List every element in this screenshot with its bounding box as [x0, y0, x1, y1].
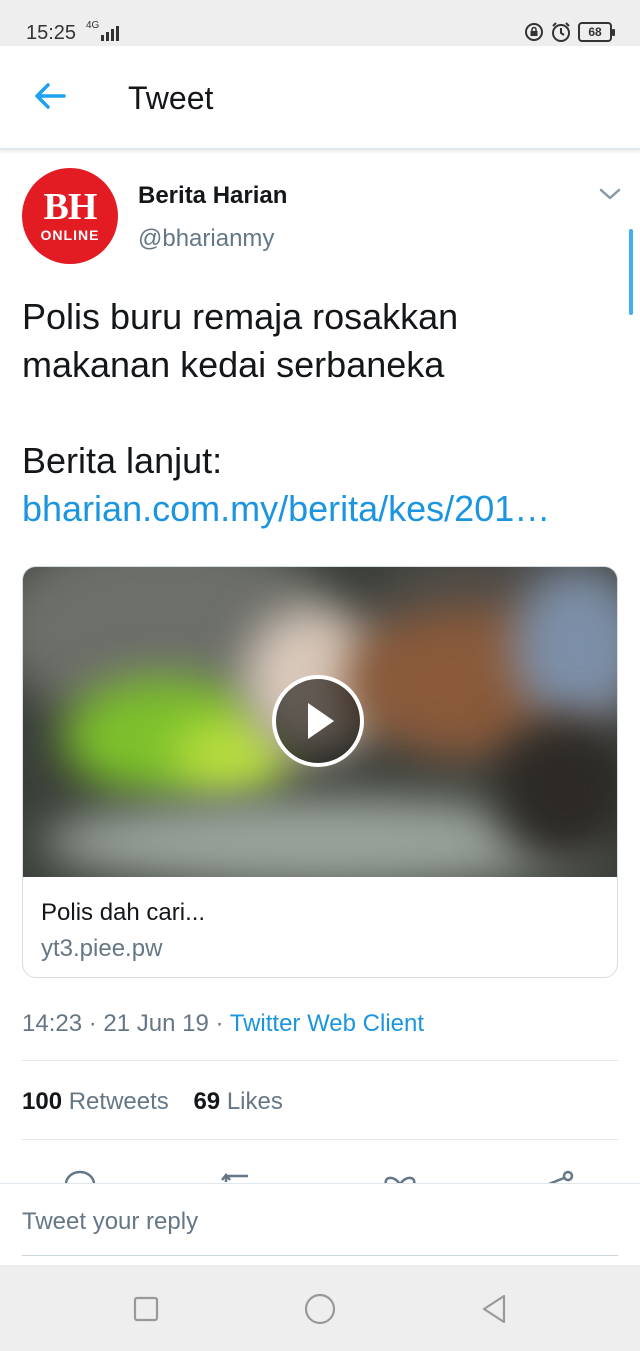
meta-separator: ·: [215, 1010, 224, 1037]
battery-level: 68: [588, 25, 602, 39]
likes-stat[interactable]: 69 Likes: [193, 1088, 282, 1115]
battery-indicator: 68: [578, 22, 615, 42]
divider: [22, 1060, 618, 1061]
app-header: Tweet: [0, 46, 640, 150]
status-icons: 68: [524, 21, 615, 43]
like-icon[interactable]: [380, 1166, 420, 1184]
video-thumbnail[interactable]: [23, 567, 617, 877]
tweet-timestamp: 14:23 · 21 Jun 19 · Twitter Web Client: [22, 1010, 424, 1038]
retweets-label: Retweets: [68, 1088, 169, 1115]
alarm-icon: [552, 22, 570, 42]
reply-input[interactable]: Tweet your reply: [22, 1208, 198, 1236]
likes-count: 69: [193, 1088, 221, 1115]
tweet-client-link[interactable]: Twitter Web Client: [230, 1010, 424, 1037]
link-card[interactable]: Polis dah cari... yt3.piee.pw: [22, 566, 618, 978]
tweet-link[interactable]: bharian.com.my/berita/kes/201…: [22, 485, 618, 533]
play-icon: [308, 703, 334, 739]
back-arrow-icon[interactable]: [30, 76, 70, 116]
tweet-date: 21 Jun 19: [103, 1010, 209, 1037]
avatar-logo-text: BH: [43, 186, 98, 228]
tweet-actions: [0, 1160, 640, 1184]
user-name[interactable]: Berita Harian: [138, 182, 287, 210]
tweet-stats: 100 Retweets 69 Likes: [22, 1088, 301, 1116]
reply-icon[interactable]: [60, 1166, 100, 1184]
retweet-icon[interactable]: [218, 1166, 258, 1184]
signal-icon: [101, 26, 119, 41]
likes-label: Likes: [226, 1088, 283, 1115]
tweet-more-label: Berita lanjut:: [22, 440, 223, 481]
play-button[interactable]: [272, 675, 364, 767]
scrollbar[interactable]: [629, 229, 633, 315]
avatar-logo-subtext: ONLINE: [40, 227, 100, 243]
meta-separator: ·: [88, 1010, 97, 1037]
card-title: Polis dah cari...: [41, 899, 206, 926]
back-icon[interactable]: [476, 1291, 512, 1327]
status-bar: 15:25 4G 68: [0, 0, 640, 46]
avatar[interactable]: BH ONLINE: [22, 168, 118, 264]
page-title: Tweet: [128, 80, 214, 116]
system-nav-bar: [0, 1265, 640, 1351]
recents-icon[interactable]: [128, 1291, 164, 1327]
user-handle[interactable]: @bharianmy: [138, 225, 274, 253]
share-icon[interactable]: [540, 1166, 580, 1184]
lock-rotation-icon: [525, 23, 543, 41]
home-icon[interactable]: [302, 1291, 338, 1327]
divider: [22, 1139, 618, 1140]
reply-input-underline: [22, 1255, 618, 1256]
retweets-count: 100: [22, 1088, 63, 1115]
status-time: 15:25: [26, 22, 77, 44]
tweet-text-line-2: makanan kedai serbaneka: [22, 344, 445, 385]
reply-bar: Tweet your reply: [0, 1183, 640, 1265]
chevron-down-icon[interactable]: [598, 184, 622, 204]
tweet-text-line-1: Polis buru remaja rosakkan: [22, 296, 459, 337]
tweet-time: 14:23: [22, 1010, 83, 1037]
retweets-stat[interactable]: 100 Retweets: [22, 1088, 175, 1115]
network-type: 4G: [86, 20, 100, 31]
tweet-text: Polis buru remaja rosakkan makanan kedai…: [22, 293, 618, 533]
card-domain: yt3.piee.pw: [41, 935, 163, 962]
